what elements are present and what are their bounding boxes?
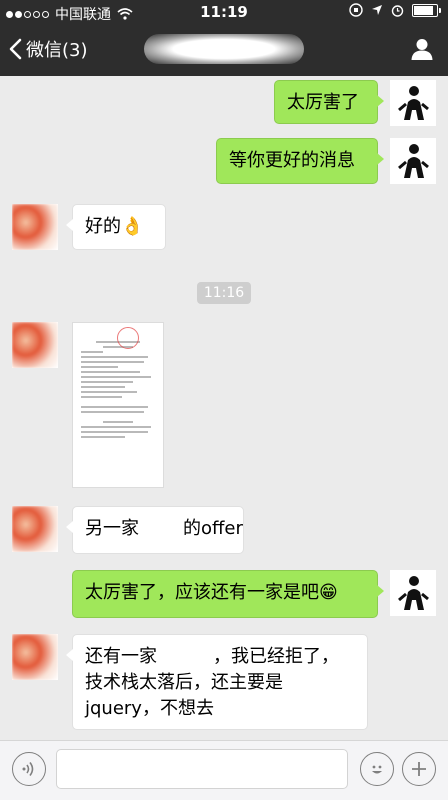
- message-line: 还有一家 ，我已经拒了，: [85, 644, 355, 670]
- their-message-bubble[interactable]: 好的👌: [66, 204, 166, 250]
- message-text-part: 另一家: [85, 518, 139, 539]
- chevron-left-icon: [9, 38, 22, 60]
- plus-icon: [412, 762, 426, 776]
- document-image-message[interactable]: [72, 322, 164, 488]
- orientation-lock-icon: [349, 3, 363, 17]
- avatar-photo-icon: [390, 570, 436, 616]
- message-line: 技术栈太落后，还主要是: [85, 672, 283, 693]
- redacted-text: [139, 519, 183, 539]
- message-row: 太厉害了，应该还有一家是吧😁: [0, 570, 448, 618]
- message-input[interactable]: [56, 749, 348, 789]
- message-text-part: ，我已经拒了，: [213, 646, 339, 667]
- person-icon: [411, 39, 433, 60]
- voice-button[interactable]: [12, 752, 46, 786]
- contact-avatar-redacted[interactable]: [12, 506, 58, 552]
- their-message-bubble[interactable]: 另一家 的offer: [66, 506, 244, 554]
- message-text: 等你更好的消息: [229, 150, 355, 171]
- contact-avatar-redacted[interactable]: [12, 204, 58, 250]
- redacted-title: [144, 34, 304, 64]
- message-row: 太厉害了: [0, 80, 448, 126]
- contact-avatar-redacted[interactable]: [12, 322, 58, 368]
- input-toolbar: [0, 740, 448, 800]
- battery-icon: [412, 3, 441, 17]
- message-list[interactable]: 太厉害了 等你更好的消息 好的👌 11:16 另一家 的offer 太厉害了，应…: [0, 76, 448, 740]
- avatar-photo-icon: [390, 80, 436, 126]
- message-row: 好的👌: [0, 204, 448, 250]
- status-right: [349, 3, 441, 17]
- message-row: 等你更好的消息: [0, 138, 448, 184]
- emoji-button[interactable]: [360, 752, 394, 786]
- message-row: 另一家 的offer: [0, 506, 448, 554]
- my-avatar[interactable]: [390, 570, 436, 616]
- my-message-bubble[interactable]: 太厉害了，应该还有一家是吧😁: [72, 570, 384, 618]
- back-label: 微信(3): [26, 40, 88, 61]
- back-button[interactable]: 微信(3): [8, 36, 88, 62]
- alarm-icon: [391, 4, 404, 17]
- message-row: 还有一家 ，我已经拒了， 技术栈太落后，还主要是 jquery，不想去: [0, 634, 448, 730]
- time-separator: 11:16: [0, 282, 448, 304]
- message-text-part: 还有一家: [85, 646, 157, 667]
- message-text-part: 的offer: [183, 518, 243, 539]
- contact-avatar-redacted[interactable]: [12, 634, 58, 680]
- message-text: 好的: [85, 216, 121, 237]
- red-seal-stamp: [117, 327, 139, 349]
- message-row: [0, 322, 448, 490]
- ok-hand-emoji: 👌: [121, 216, 144, 237]
- message-text: 太厉害了，应该还有一家是吧: [85, 582, 319, 603]
- voice-icon: [22, 762, 34, 776]
- my-avatar[interactable]: [390, 80, 436, 126]
- chat-header: 微信(3): [0, 24, 448, 76]
- profile-button[interactable]: [410, 37, 434, 65]
- redacted-text: [157, 647, 213, 667]
- avatar-photo-icon: [390, 138, 436, 184]
- message-text: 太厉害了: [287, 92, 359, 113]
- timestamp-label: 11:16: [196, 282, 252, 304]
- chat-title-redacted: [110, 34, 338, 66]
- smiley-icon: [372, 765, 382, 774]
- my-avatar[interactable]: [390, 138, 436, 184]
- more-button[interactable]: [402, 752, 436, 786]
- location-icon: [372, 5, 382, 15]
- status-bar: 中国联通 11:19: [0, 0, 448, 24]
- grin-emoji: 😁: [319, 582, 338, 603]
- message-line: jquery，不想去: [85, 698, 214, 719]
- my-message-bubble[interactable]: 太厉害了: [274, 80, 384, 124]
- their-message-bubble[interactable]: 还有一家 ，我已经拒了， 技术栈太落后，还主要是 jquery，不想去: [66, 634, 368, 730]
- my-message-bubble[interactable]: 等你更好的消息: [216, 138, 384, 184]
